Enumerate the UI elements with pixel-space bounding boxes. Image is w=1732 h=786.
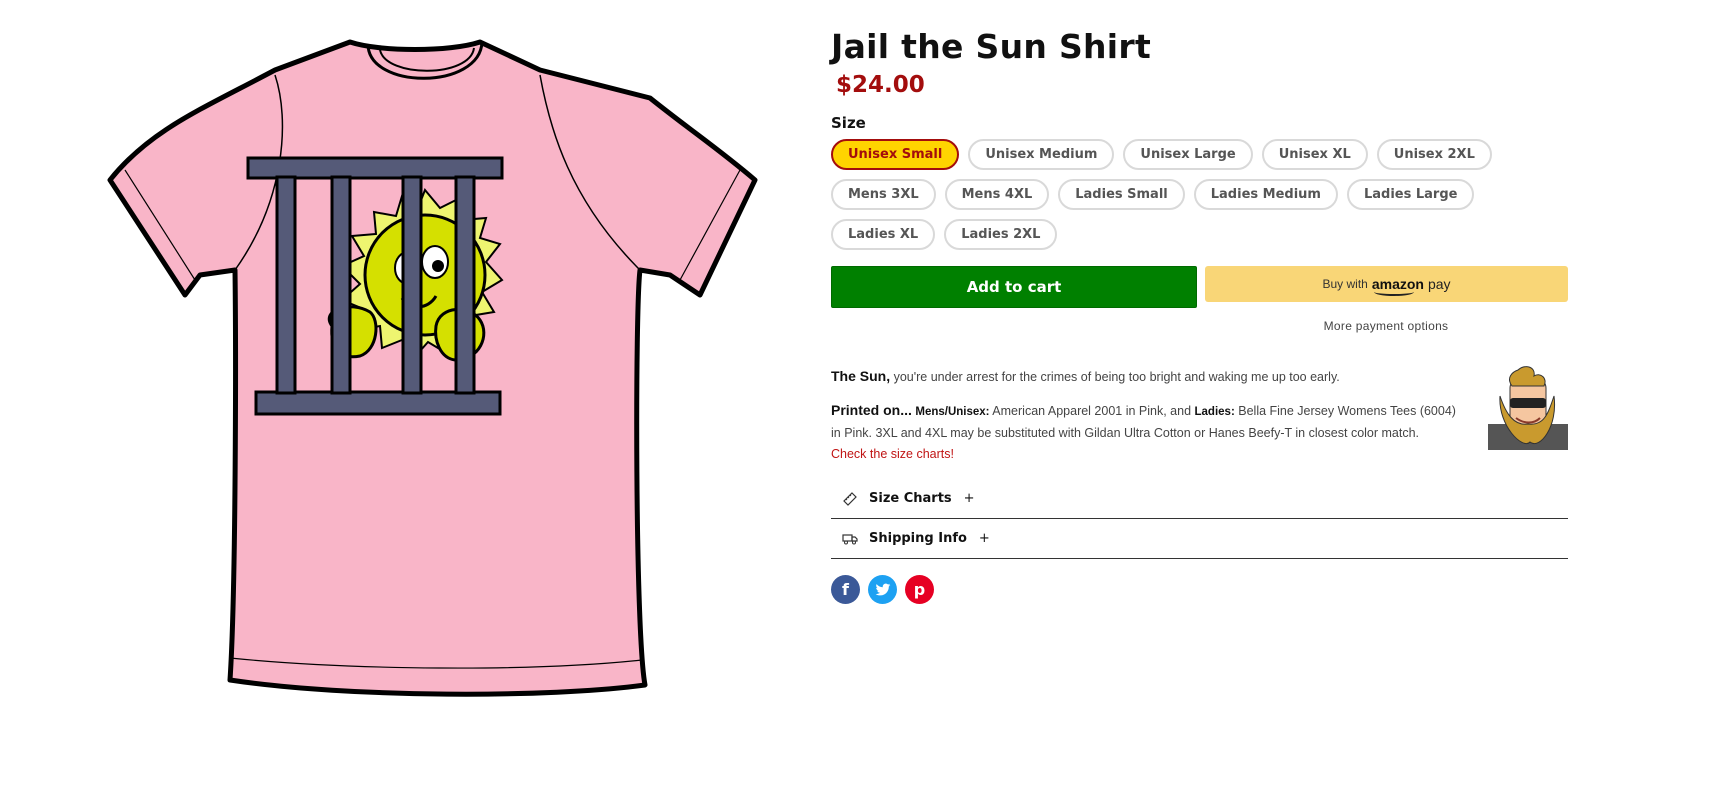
more-payment-options-link[interactable]: More payment options (1204, 319, 1568, 333)
expand-icon: + (963, 491, 975, 506)
size-option-unisex-medium[interactable]: Unisex Medium (968, 139, 1115, 170)
ruler-icon (831, 491, 869, 506)
amazon-pay-button[interactable]: Buy with amazon pay (1205, 266, 1568, 302)
add-to-cart-button[interactable]: Add to cart (831, 266, 1197, 308)
size-option-unisex-small[interactable]: Unisex Small (831, 139, 960, 170)
artist-avatar (1488, 366, 1568, 450)
product-image[interactable] (50, 30, 800, 780)
size-option-unisex-2xl[interactable]: Unisex 2XL (1376, 139, 1492, 170)
truck-icon (831, 533, 869, 545)
size-option-ladies-medium[interactable]: Ladies Medium (1193, 179, 1338, 210)
info-accordion: Size Charts + Shipping Info + (831, 479, 1568, 559)
size-option-unisex-xl[interactable]: Unisex XL (1261, 139, 1368, 170)
size-option-ladies-xl[interactable]: Ladies XL (831, 219, 936, 250)
pinterest-share-button[interactable]: p (905, 575, 934, 604)
size-option-unisex-large[interactable]: Unisex Large (1123, 139, 1253, 170)
size-option-ladies-2xl[interactable]: Ladies 2XL (944, 219, 1058, 250)
tshirt-illustration (107, 39, 758, 697)
size-label: Size (831, 114, 866, 132)
twitter-share-button[interactable] (868, 575, 897, 604)
product-info: Jail the Sun Shirt $24.00 Size Unisex Sm… (831, 24, 1568, 604)
size-charts-accordion[interactable]: Size Charts + (831, 479, 1568, 519)
size-option-ladies-small[interactable]: Ladies Small (1058, 179, 1185, 210)
twitter-icon (875, 583, 890, 595)
size-option-ladies-large[interactable]: Ladies Large (1346, 179, 1475, 210)
product-title: Jail the Sun Shirt (831, 27, 1152, 66)
expand-icon: + (978, 531, 990, 546)
facebook-icon: f (842, 580, 849, 599)
size-options: Unisex Small Unisex Medium Unisex Large … (831, 139, 1568, 250)
pinterest-icon: p (913, 580, 926, 599)
description-printed-on: Printed on... Mens/Unisex: American Appa… (831, 402, 1456, 461)
shipping-info-accordion[interactable]: Shipping Info + (831, 519, 1568, 559)
pay-label: pay (1427, 276, 1451, 292)
amazon-logo: amazon (1372, 276, 1424, 296)
size-charts-label: Size Charts (869, 491, 952, 506)
product-price: $24.00 (836, 72, 925, 98)
facebook-share-button[interactable]: f (831, 575, 860, 604)
purchase-buttons: Add to cart Buy with amazon pay (831, 266, 1568, 308)
social-share: f p (831, 575, 1568, 604)
shipping-info-label: Shipping Info (869, 531, 967, 546)
buy-with-label: Buy with (1322, 277, 1368, 291)
product-description: The Sun, you're under arrest for the cri… (831, 366, 1568, 465)
description-lead: The Sun, you're under arrest for the cri… (831, 368, 1340, 384)
size-chart-link[interactable]: Check the size charts! (831, 447, 954, 461)
size-option-mens-4xl[interactable]: Mens 4XL (944, 179, 1050, 210)
size-option-mens-3xl[interactable]: Mens 3XL (831, 179, 936, 210)
